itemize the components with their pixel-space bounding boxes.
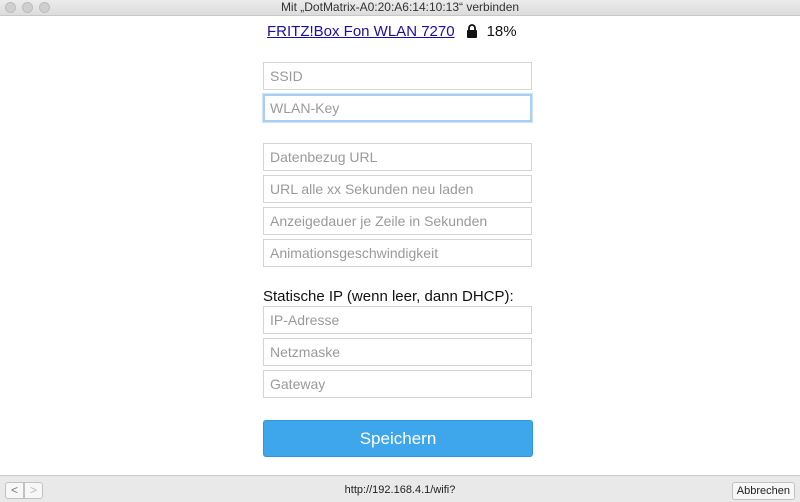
data-url-input[interactable]	[263, 143, 532, 171]
static-ip-label: Statische IP (wenn leer, dann DHCP):	[263, 288, 514, 305]
animation-speed-input[interactable]	[263, 239, 532, 267]
signal-strength: 18%	[486, 22, 517, 40]
save-button[interactable]: Speichern	[263, 420, 533, 457]
window-title: Mit „DotMatrix-A0:20:A6:14:10:13“ verbin…	[280, 0, 520, 14]
reload-interval-input[interactable]	[263, 175, 532, 203]
wifi-setup-form: FRITZ!Box Fon WLAN 7270 18% Statische IP…	[0, 16, 800, 474]
network-header: FRITZ!Box Fon WLAN 7270 18%	[267, 21, 517, 41]
gateway-input[interactable]	[263, 370, 532, 398]
ssid-input[interactable]	[263, 62, 532, 90]
network-link[interactable]: FRITZ!Box Fon WLAN 7270	[267, 23, 455, 40]
bottom-bar: < > http://192.168.4.1/wifi? Abbrechen	[0, 475, 800, 502]
ip-address-input[interactable]	[263, 306, 532, 334]
cancel-button[interactable]: Abbrechen	[731, 482, 795, 500]
wlan-key-input[interactable]	[263, 94, 532, 122]
window-titlebar: Mit „DotMatrix-A0:20:A6:14:10:13“ verbin…	[0, 0, 800, 16]
netmask-input[interactable]	[263, 338, 532, 366]
line-display-duration-input[interactable]	[263, 207, 532, 235]
url-display: http://192.168.4.1/wifi?	[344, 484, 456, 496]
lock-icon	[466, 24, 478, 38]
